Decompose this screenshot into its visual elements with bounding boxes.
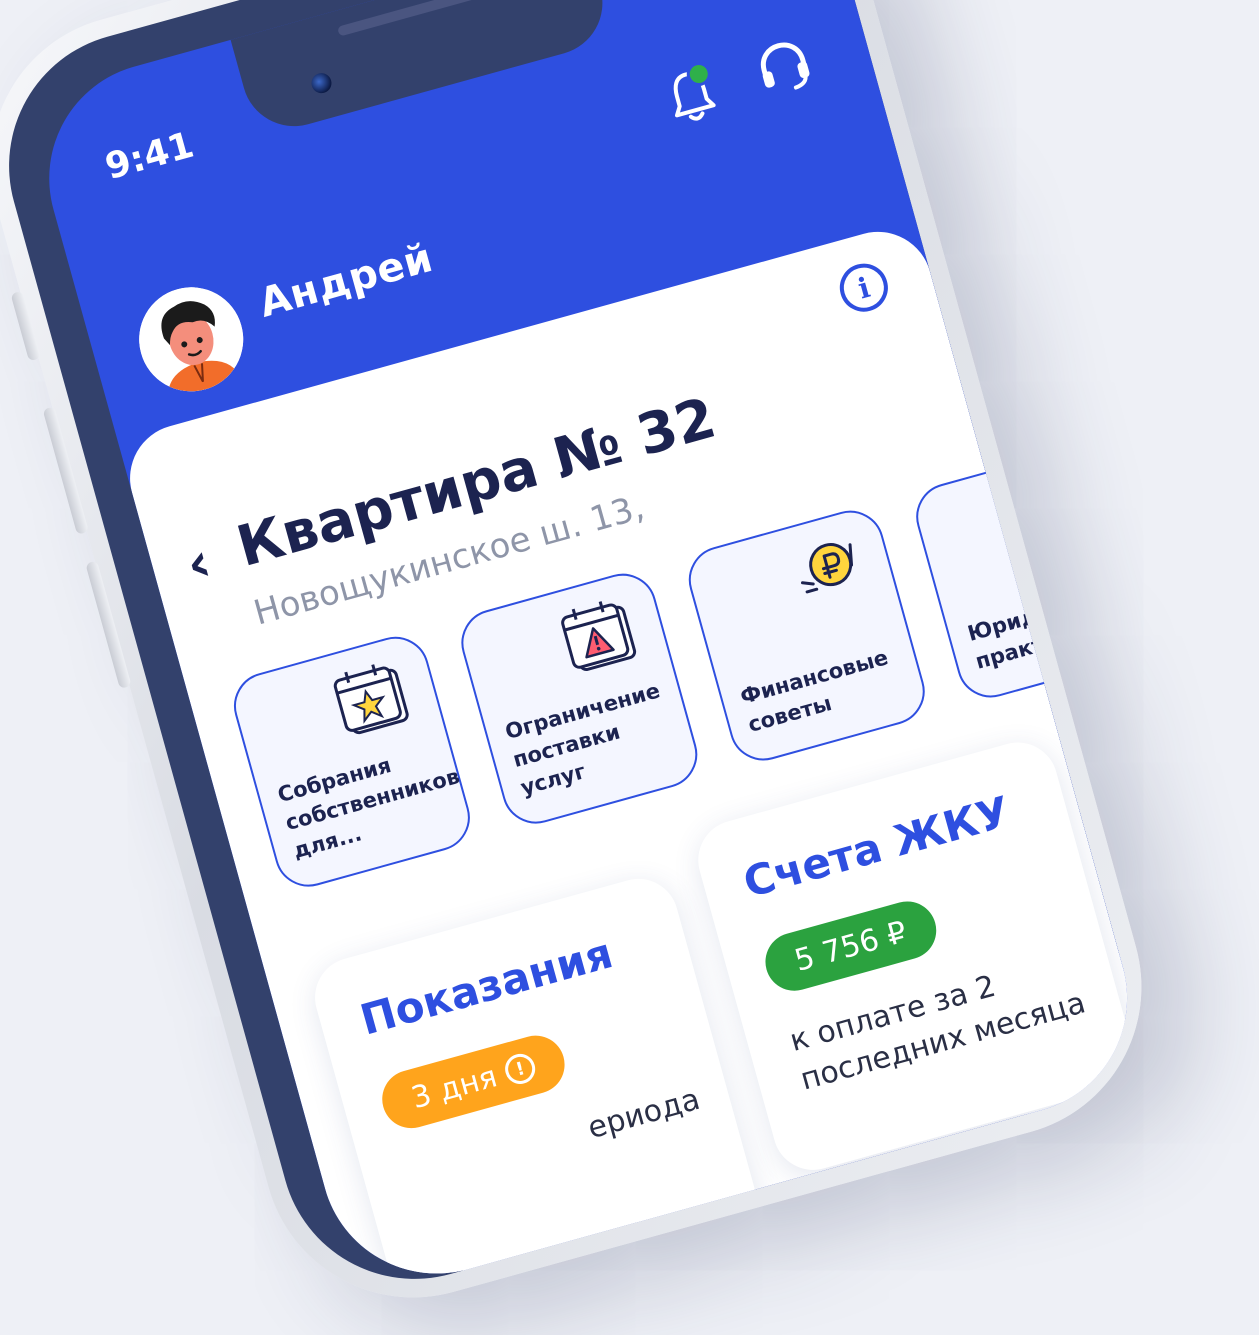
app-screen: 9:41 Андрей i ‹ Квартира № 32 Новощукинс… bbox=[22, 0, 1154, 1301]
bills-amount-badge: 5 756 ₽ bbox=[758, 894, 943, 998]
ruble-coin-icon bbox=[782, 526, 880, 624]
warning-circle-icon: ! bbox=[501, 1050, 539, 1088]
info-button[interactable]: i bbox=[834, 258, 894, 318]
phone-mockup: 9:41 Андрей i ‹ Квартира № 32 Новощукинс… bbox=[0, 0, 1177, 1332]
status-time: 9:41 bbox=[100, 124, 199, 188]
user-name: Андрей bbox=[254, 234, 438, 327]
notifications-button[interactable] bbox=[662, 59, 722, 134]
tile-label: Ограничение поставки услуг bbox=[502, 678, 663, 801]
tile-label: Финансовые советы bbox=[737, 645, 891, 737]
tile-label: Собрания собственников для... bbox=[275, 752, 463, 864]
calendar-warning-icon bbox=[555, 589, 653, 687]
readings-subtitle: ериода bbox=[584, 1081, 704, 1147]
back-button[interactable]: ‹ bbox=[179, 530, 217, 597]
legal-icon bbox=[1029, 462, 1104, 540]
tile-service-restriction[interactable]: Ограничение поставки услуг bbox=[453, 565, 706, 832]
front-camera bbox=[309, 70, 334, 96]
tile-financial-tips[interactable]: Финансовые советы bbox=[680, 502, 933, 769]
avatar-illustration-icon bbox=[127, 275, 256, 404]
calendar-star-icon bbox=[327, 652, 425, 750]
phone-frame: 9:41 Андрей i ‹ Квартира № 32 Новощукинс… bbox=[0, 0, 1154, 1310]
notch bbox=[230, 0, 615, 139]
headset-icon bbox=[760, 42, 810, 90]
support-button[interactable] bbox=[750, 33, 820, 106]
readings-deadline-badge: 3 дня ! bbox=[375, 1028, 572, 1135]
bills-title: Счета ЖКУ bbox=[738, 786, 1015, 908]
readings-title: Показания bbox=[355, 928, 618, 1045]
avatar[interactable] bbox=[127, 275, 256, 404]
tile-owners-meetings[interactable]: Собрания собственников для... bbox=[226, 628, 478, 895]
speaker-grille bbox=[337, 0, 487, 37]
readings-card[interactable]: Показания 3 дня ! ериода bbox=[305, 869, 779, 1301]
info-icon: i bbox=[854, 270, 874, 305]
